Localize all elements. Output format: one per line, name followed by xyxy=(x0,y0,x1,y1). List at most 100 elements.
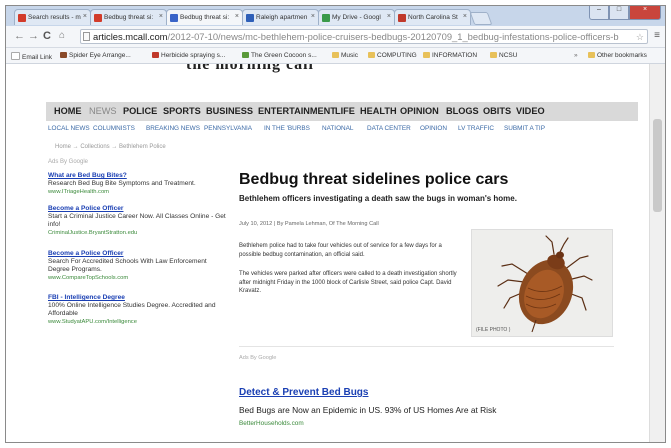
sidebar-ad[interactable]: FBI - Intelligence Degree 100% Online In… xyxy=(48,294,228,326)
ad-title[interactable]: FBI - Intelligence Degree xyxy=(48,294,228,302)
ad-url[interactable]: www.CompareTopSchools.com xyxy=(48,274,228,282)
back-icon[interactable]: ← xyxy=(14,30,25,42)
nav-item[interactable]: HOME xyxy=(54,106,82,116)
subnav-item[interactable]: OPINION xyxy=(420,125,447,132)
sidebar-ad[interactable]: Become a Police Officer Start a Criminal… xyxy=(48,205,228,237)
bottom-ad-description: Bed Bugs are Now an Epidemic in US. 93% … xyxy=(239,405,497,415)
bookmarks-overflow-icon[interactable]: » xyxy=(574,52,578,59)
site-icon xyxy=(152,52,159,58)
menu-icon[interactable]: ≡ xyxy=(654,30,660,41)
article-byline: July 10, 2012 | By Pamela Lehman, Of The… xyxy=(239,221,379,227)
bookmark-folder[interactable]: INFORMATION xyxy=(423,52,477,59)
bedbug-image xyxy=(497,235,593,333)
google-drive-icon xyxy=(322,14,330,22)
scrollbar-thumb[interactable] xyxy=(653,119,662,212)
bookmark-folder[interactable]: NCSU xyxy=(490,52,517,59)
subnav-item[interactable]: BREAKING NEWS xyxy=(146,125,200,132)
nav-item[interactable]: BLOGS xyxy=(446,106,479,116)
spider-icon xyxy=(60,52,67,58)
ad-description: Start a Criminal Justice Career Now. All… xyxy=(48,213,226,228)
browser-tab[interactable]: My Drive - Googl × xyxy=(318,9,395,25)
ads-by-google-label: Ads By Google xyxy=(239,355,277,361)
site-main-nav: HOME NEWS POLICE SPORTS BUSINESS ENTERTA… xyxy=(46,102,638,121)
subnav-item[interactable]: IN THE 'BURBS xyxy=(264,125,310,132)
subnav-item[interactable]: DATA CENTER xyxy=(367,125,411,132)
bookmark-star-icon[interactable]: ☆ xyxy=(636,30,644,43)
article-headline: Bedbug threat sidelines police cars xyxy=(239,171,509,188)
browser-tab[interactable]: Bedbug threat si: × xyxy=(90,9,167,25)
close-tab-icon[interactable]: × xyxy=(311,13,315,20)
article-photo[interactable]: (FILE PHOTO ) xyxy=(471,229,613,337)
bookmark-folder[interactable]: Music xyxy=(332,52,358,59)
nav-item[interactable]: HEALTH xyxy=(360,106,397,116)
browser-tab[interactable]: North Carolina St × xyxy=(394,9,471,25)
close-tab-icon[interactable]: × xyxy=(235,13,239,20)
mcall-icon xyxy=(170,14,178,22)
browser-window: Search results - m × Bedbug threat si: × B… xyxy=(5,5,666,443)
bookmark-item[interactable]: The Green Cocoon s... xyxy=(242,52,317,59)
bookmark-item[interactable]: Spider Eye Arrange... xyxy=(60,52,131,59)
folder-icon xyxy=(490,52,497,58)
breadcrumb[interactable]: Home → Collections → Bethlehem Police xyxy=(55,144,166,150)
folder-icon xyxy=(332,52,339,58)
bottom-ad-title[interactable]: Detect & Prevent Bed Bugs xyxy=(239,387,368,398)
ad-title[interactable]: Become a Police Officer xyxy=(48,250,228,258)
sidebar-ad[interactable]: What are Bed Bug Bites? Research Bed Bug… xyxy=(48,172,228,196)
nav-item[interactable]: POLICE xyxy=(123,106,157,116)
ad-description: Search For Accredited Schools With Law E… xyxy=(48,258,207,273)
ad-url[interactable]: www.ITriageHealth.com xyxy=(48,188,228,196)
close-tab-icon[interactable]: × xyxy=(159,13,163,20)
tab-strip: Search results - m × Bedbug threat si: × B… xyxy=(6,6,665,26)
browser-toolbar: ← → C ⌂ articles.mcall.com/2012-07-10/ne… xyxy=(6,26,665,48)
new-tab-button[interactable] xyxy=(469,12,493,25)
ad-url[interactable]: www.StudyatAPU.com/Intelligence xyxy=(48,318,228,326)
bookmark-folder[interactable]: Other bookmarks xyxy=(588,52,647,59)
ad-url[interactable]: CriminalJustice.BryantStratton.edu xyxy=(48,229,228,237)
subnav-item[interactable]: LV TRAFFIC xyxy=(458,125,494,132)
home-icon[interactable]: ⌂ xyxy=(59,30,65,41)
bookmark-item[interactable]: Email Link xyxy=(11,52,52,61)
divider xyxy=(239,346,614,347)
leaf-icon xyxy=(242,52,249,58)
subnav-item[interactable]: SUBMIT A TIP xyxy=(504,125,545,132)
close-tab-icon[interactable]: × xyxy=(387,13,391,20)
page-icon xyxy=(11,52,20,60)
nav-item[interactable]: NEWS xyxy=(89,106,117,116)
nav-item[interactable]: VIDEO xyxy=(516,106,545,116)
close-window-button[interactable]: × xyxy=(629,6,661,20)
page-icon xyxy=(83,32,90,41)
browser-tab[interactable]: Raleigh apartmen × xyxy=(242,9,319,25)
close-tab-icon[interactable]: × xyxy=(83,13,87,20)
bookmark-item[interactable]: Herbicide spraying s... xyxy=(152,52,225,59)
page-scrollbar[interactable] xyxy=(649,64,665,442)
gmail-icon xyxy=(18,14,26,22)
subnav-item[interactable]: LOCAL NEWS xyxy=(48,125,90,132)
browser-tab[interactable]: Search results - m × xyxy=(14,9,91,25)
close-tab-icon[interactable]: × xyxy=(463,13,467,20)
address-bar[interactable]: articles.mcall.com/2012-07-10/news/mc-be… xyxy=(80,29,648,44)
ad-description: Research Bed Bug Bite Symptoms and Treat… xyxy=(48,180,196,187)
nav-item[interactable]: OPINION xyxy=(400,106,439,116)
nav-item[interactable]: SPORTS xyxy=(163,106,201,116)
bottom-ad-url[interactable]: BetterHouseholds.com xyxy=(239,420,304,427)
reload-icon[interactable]: C xyxy=(43,30,51,42)
subnav-item[interactable]: PENNSYLVANIA xyxy=(204,125,252,132)
subnav-item[interactable]: COLUMNISTS xyxy=(93,125,135,132)
maximize-button[interactable]: □ xyxy=(609,6,629,20)
folder-icon xyxy=(588,52,595,58)
forward-icon[interactable]: → xyxy=(28,30,39,42)
ad-title[interactable]: Become a Police Officer xyxy=(48,205,228,213)
article-subhead: Bethlehem officers investigating a death… xyxy=(239,194,517,203)
sidebar-ad[interactable]: Become a Police Officer Search For Accre… xyxy=(48,250,228,282)
ad-title[interactable]: What are Bed Bug Bites? xyxy=(48,172,228,180)
nav-item[interactable]: LIFE xyxy=(335,106,355,116)
bookmark-folder[interactable]: COMPUTING xyxy=(368,52,417,59)
nav-item[interactable]: ENTERTAINMENT xyxy=(258,106,336,116)
gmail-icon xyxy=(94,14,102,22)
ads-by-google-label: Ads By Google xyxy=(48,159,89,165)
nav-item[interactable]: BUSINESS xyxy=(206,106,253,116)
nav-item[interactable]: OBITS xyxy=(483,106,511,116)
browser-tab-active[interactable]: Bedbug threat si: × xyxy=(166,9,243,25)
subnav-item[interactable]: NATIONAL xyxy=(322,125,354,132)
minimize-button[interactable]: – xyxy=(589,6,609,20)
